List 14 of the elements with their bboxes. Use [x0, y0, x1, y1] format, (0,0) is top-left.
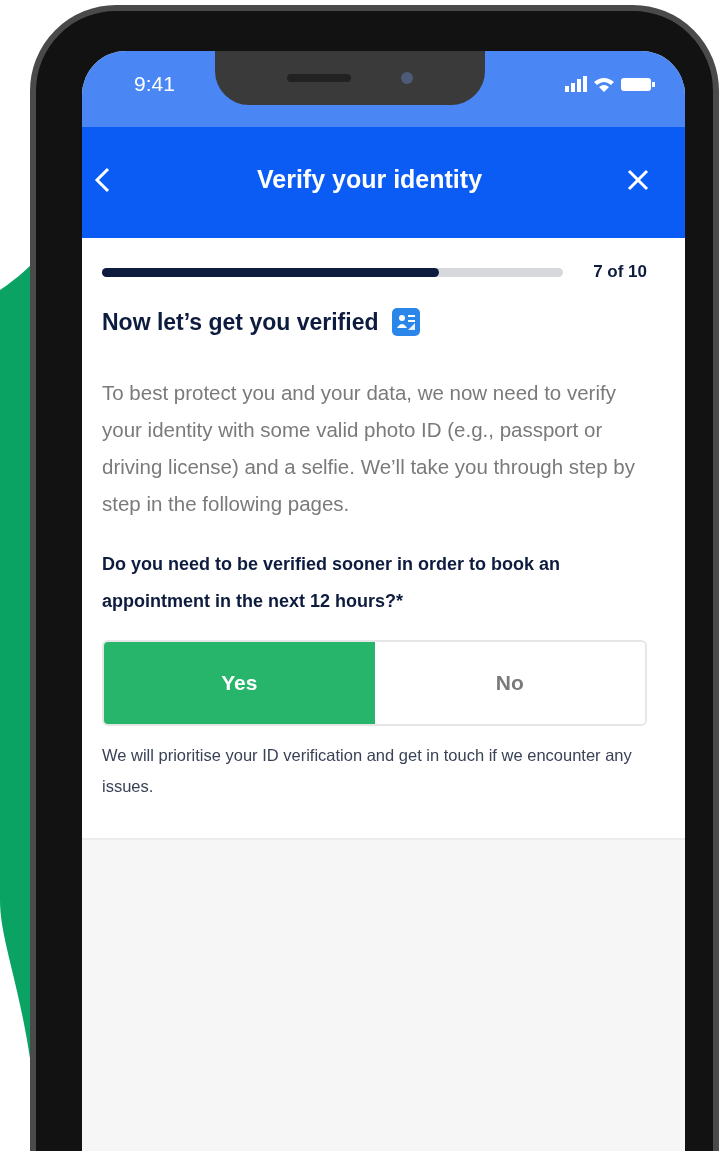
- intro-text: To best protect you and your data, we now need to verify your identity with some valid photo ID (e.g., passport or driving license) and a selfie. We’ll take you through step by step in the following pages.: [102, 380, 636, 517]
- back-button[interactable]: [92, 165, 112, 194]
- toggle-option[interactable]: Yes: [104, 642, 375, 724]
- wifi-icon: [594, 76, 614, 92]
- page-heading: Now let’s get you verified: [102, 308, 379, 336]
- battery-icon: [621, 77, 655, 91]
- note-text: We will prioritise your ID verification and get in touch if we encounter any issues.: [102, 745, 633, 797]
- status-time: 9:41: [134, 72, 175, 96]
- signal-icon: [565, 76, 587, 92]
- header-title: Verify your identity: [256, 165, 483, 194]
- question-text: Do you need to be verified sooner in order to book an appointment in the next 12 hours?*: [102, 553, 562, 613]
- close-button[interactable]: [627, 168, 649, 191]
- progress-label: 7 of 10: [593, 262, 647, 282]
- id-photo-icon: [392, 308, 421, 336]
